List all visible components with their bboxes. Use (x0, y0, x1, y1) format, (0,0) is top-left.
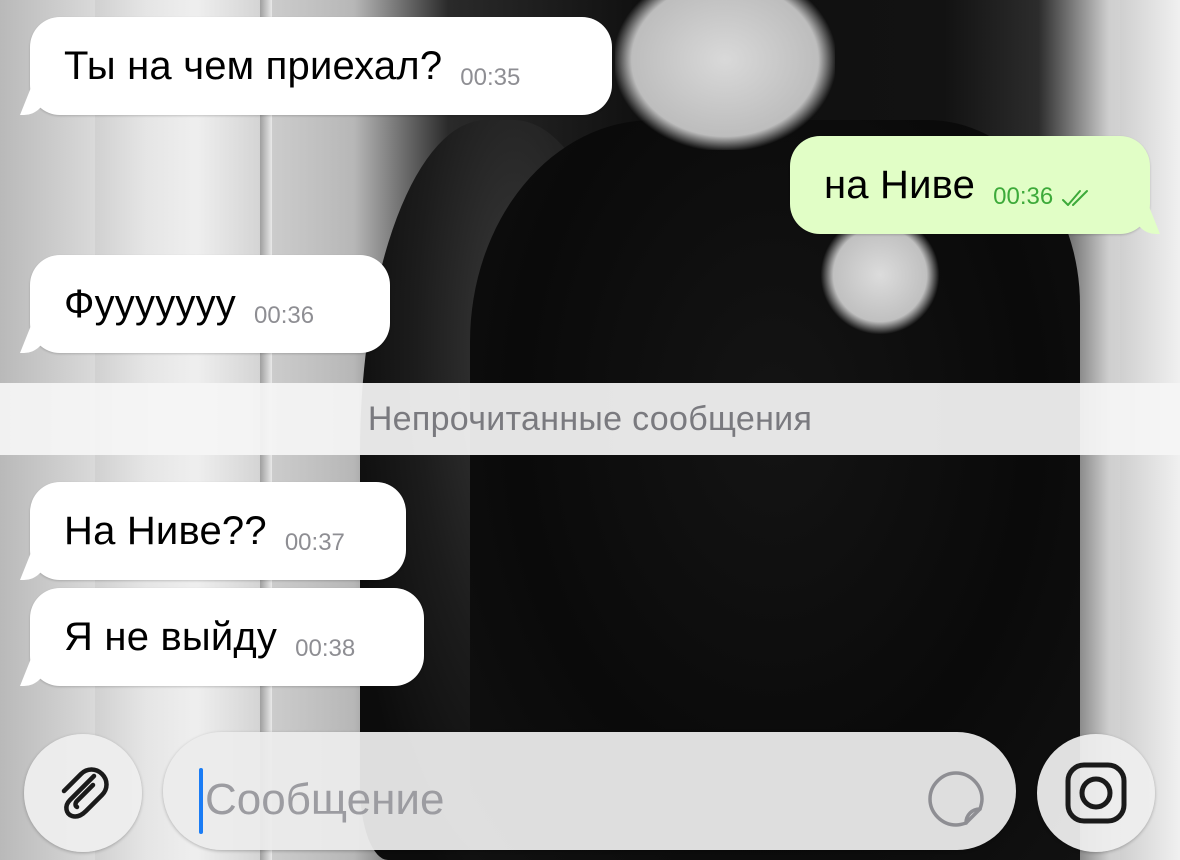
message-time: 00:36 (993, 183, 1054, 210)
unread-messages-divider: Непрочитанные сообщения (0, 383, 1180, 455)
message-input[interactable] (205, 756, 905, 844)
attach-button[interactable] (24, 734, 142, 852)
paperclip-icon (61, 767, 109, 819)
message-bubble-outgoing[interactable]: на Ниве 00:36 (790, 136, 1150, 234)
camera-button[interactable] (1037, 734, 1155, 852)
message-text: на Ниве (824, 163, 976, 207)
message-time: 00:37 (284, 529, 345, 556)
message-time-with-status: 00:36 (993, 183, 1095, 211)
message-time: 00:38 (295, 635, 356, 662)
message-bubble-incoming[interactable]: Ты на чем приехал? 00:35 (30, 17, 612, 115)
double-check-icon (1062, 189, 1089, 206)
message-time: 00:35 (460, 64, 521, 91)
message-field[interactable] (163, 732, 1016, 850)
sticker-button[interactable] (925, 768, 987, 830)
text-caret (199, 768, 203, 834)
message-bubble-incoming[interactable]: На Ниве?? 00:37 (30, 482, 406, 580)
sticker-icon (928, 771, 984, 827)
message-text: Ты на чем приехал? (64, 44, 443, 88)
unread-messages-label: Непрочитанные сообщения (367, 399, 813, 438)
message-text: На Ниве?? (64, 509, 267, 553)
message-bubble-incoming[interactable]: Я не выйду 00:38 (30, 588, 424, 686)
message-bubble-incoming[interactable]: Фууууууу 00:36 (30, 255, 390, 353)
message-text: Я не выйду (64, 615, 278, 659)
composer-bar (0, 720, 1180, 860)
message-time: 00:36 (254, 302, 315, 329)
camera-icon (1065, 762, 1127, 824)
message-text: Фууууууу (64, 282, 237, 326)
